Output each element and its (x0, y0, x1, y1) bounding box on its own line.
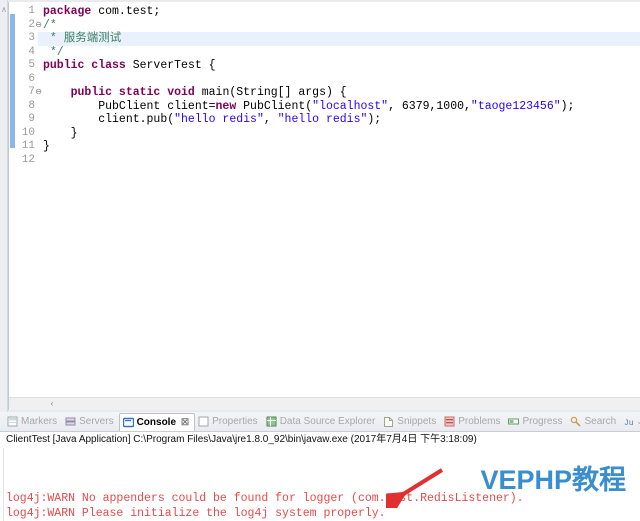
line-number: 8 (28, 99, 35, 112)
svg-text:Ju: Ju (624, 419, 634, 427)
code-token: */ (43, 45, 64, 59)
code-token: } (43, 126, 78, 140)
code-token: /* (43, 18, 57, 32)
code-line[interactable]: public class ServerTest { (38, 59, 640, 73)
tab-label: Properties (212, 416, 258, 427)
code-line[interactable]: * 服务端测试 (38, 32, 640, 46)
console-output[interactable]: log4j:WARN No appenders could be found f… (0, 448, 640, 521)
code-token: ServerTest { (125, 59, 216, 72)
line-number: 12 (21, 153, 35, 166)
folding-range-marker (10, 14, 15, 148)
tab-search[interactable]: Search (567, 412, 621, 431)
code-line[interactable]: */ (38, 46, 640, 60)
line-number: 1 (28, 5, 35, 17)
tab-label: Servers (79, 416, 114, 427)
progress-icon (508, 416, 520, 427)
eclipse-ide-window: ∧ 1 2 ⊖ 3 4 5 6 7 ⊖ 8 9 10 11 12 package com.test;/* … (0, 0, 640, 521)
line-number: 9 (28, 113, 35, 125)
editor-left-strip: ∧ (0, 0, 8, 412)
console-line: log4j:WARN No appenders could be found f… (6, 492, 524, 506)
tab-data-source-explorer[interactable]: Data Source Explorer (263, 412, 381, 431)
code-token: , 6379,1000, (388, 99, 471, 113)
line-number: 6 (28, 72, 35, 85)
code-token: "taoge123456" (470, 99, 561, 113)
line-number: 11 (21, 140, 35, 152)
code-line[interactable]: PubClient client=new PubClient("localhos… (38, 100, 640, 114)
tab-label: Console (136, 416, 177, 428)
editor-horizontal-scrollbar[interactable]: ‹ (9, 397, 640, 410)
problems-icon (444, 416, 455, 427)
java-editor[interactable]: 1 2 ⊖ 3 4 5 6 7 ⊖ 8 9 10 11 12 package com.test;/* * … (8, 2, 640, 410)
search-icon (570, 416, 582, 427)
editor-marker-bar[interactable] (9, 2, 16, 397)
code-line[interactable] (38, 154, 640, 168)
tab-junit[interactable]: JuJUnit (621, 412, 640, 431)
code-token: } (43, 140, 50, 153)
tab-problems[interactable]: Problems (441, 412, 505, 431)
bottom-view-stack: Markers Servers Console ☒ Properties Data Sou… (0, 412, 640, 521)
code-token: public class (43, 59, 126, 72)
line-number-gutter: 1 2 ⊖ 3 4 5 6 7 ⊖ 8 9 10 11 12 (16, 2, 42, 397)
code-token: , (263, 113, 278, 126)
code-token: public static void (70, 86, 195, 99)
tab-label: Search (584, 416, 617, 427)
code-token: new (215, 99, 237, 113)
code-line[interactable]: } (38, 127, 640, 141)
scroll-left-arrow-icon[interactable]: ‹ (45, 398, 59, 410)
code-token: ); (367, 113, 382, 126)
close-icon[interactable]: ☒ (181, 417, 189, 428)
code-token: package (43, 5, 92, 18)
code-token: PubClient client= (43, 99, 216, 113)
tab-properties[interactable]: Properties (195, 412, 263, 431)
line-number: 2 ⊖ (28, 18, 42, 31)
tab-label: Data Source Explorer (279, 416, 376, 427)
tab-label: Progress (522, 416, 563, 427)
code-token: client.pub( (43, 113, 175, 126)
code-token: main(String[] args) { (194, 86, 347, 99)
markers-icon (7, 416, 18, 427)
view-tab-bar[interactable]: Markers Servers Console ☒ Properties Data Sou… (0, 412, 640, 432)
code-line[interactable]: } (38, 140, 640, 154)
tab-console[interactable]: Console ☒ (118, 412, 196, 431)
code-line[interactable]: /* (38, 19, 640, 33)
code-token: "hello redis" (174, 113, 264, 126)
code-token: com.test; (91, 5, 161, 18)
code-token: * 服务端测试 (43, 32, 122, 45)
tab-snippets[interactable]: Snippets (380, 412, 441, 431)
line-number: 3 (28, 32, 35, 44)
tab-progress[interactable]: Progress (505, 412, 567, 431)
console-launch-header: ClientTest [Java Application] C:\Program… (0, 432, 640, 448)
code-token: ); (560, 99, 575, 113)
console-icon (122, 417, 134, 428)
editor-area: ∧ 1 2 ⊖ 3 4 5 6 7 ⊖ 8 9 10 11 12 package com.test;/* … (0, 0, 640, 412)
data-source-explorer-icon (266, 416, 277, 427)
console-left-strip (0, 448, 4, 521)
code-line[interactable]: public static void main(String[] args) { (38, 86, 640, 100)
tab-label: Problems (458, 416, 501, 427)
code-token: "hello redis" (277, 113, 368, 126)
editor-body: 1 2 ⊖ 3 4 5 6 7 ⊖ 8 9 10 11 12 package com.test;/* * … (9, 2, 640, 397)
code-line[interactable]: package com.test; (38, 5, 640, 19)
servers-icon (65, 416, 76, 427)
tab-servers[interactable]: Servers (62, 412, 118, 431)
code-line[interactable] (38, 73, 640, 87)
source-code[interactable]: package com.test;/* * 服务端测试 */public cla… (38, 2, 640, 397)
tab-label: Snippets (397, 416, 437, 427)
junit-icon: Ju (624, 416, 635, 427)
code-token: PubClient( (236, 99, 313, 113)
snippets-icon (383, 416, 394, 427)
line-number: 5 (28, 59, 35, 71)
tab-label: Markers (21, 416, 58, 427)
console-line: log4j:WARN Please initialize the log4j s… (6, 507, 386, 521)
code-token: "localhost" (312, 99, 389, 113)
collapse-caret-icon[interactable]: ∧ (1, 5, 7, 14)
line-number: 7 ⊖ (28, 86, 42, 98)
properties-icon (198, 416, 209, 427)
tab-markers[interactable]: Markers (4, 412, 62, 431)
line-number: 4 (28, 45, 35, 58)
line-number: 10 (21, 126, 35, 139)
code-line[interactable]: client.pub("hello redis", "hello redis")… (38, 113, 640, 127)
